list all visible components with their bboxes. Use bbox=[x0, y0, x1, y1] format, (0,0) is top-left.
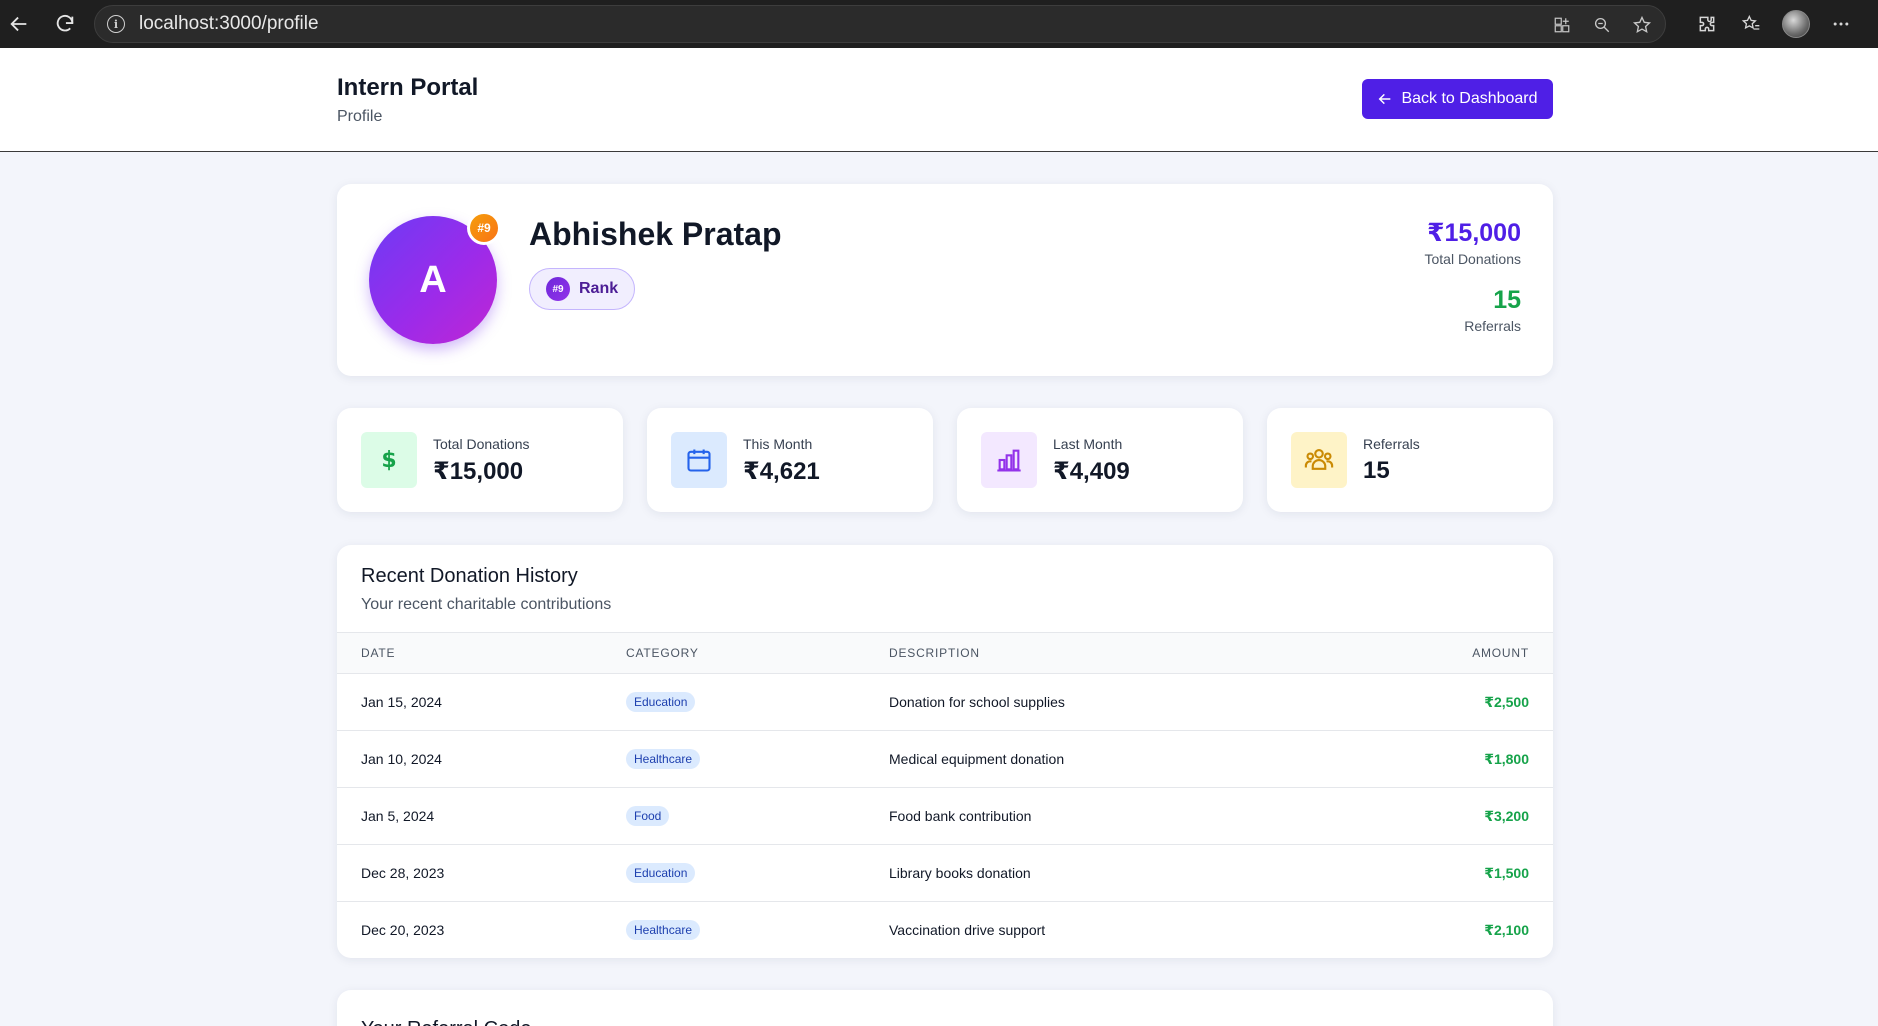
zoom-icon[interactable] bbox=[1589, 12, 1615, 38]
bar-chart-icon bbox=[981, 432, 1037, 488]
stat-label: Referrals bbox=[1363, 436, 1420, 452]
profile-total-donations-value: ₹15,000 bbox=[1427, 219, 1521, 247]
column-header-amount: AMOUNT bbox=[1285, 632, 1553, 674]
browser-profile-avatar[interactable] bbox=[1782, 10, 1810, 38]
browser-reload-button[interactable] bbox=[48, 7, 82, 41]
users-icon bbox=[1291, 432, 1347, 488]
cell-amount: ₹1,500 bbox=[1285, 844, 1553, 902]
avatar-initial: A bbox=[419, 258, 447, 301]
cell-description: Donation for school supplies bbox=[865, 673, 1285, 731]
referral-code-card: Your Referral Code bbox=[337, 990, 1553, 1026]
cell-description: Medical equipment donation bbox=[865, 730, 1285, 788]
address-bar-url[interactable]: localhost:3000/profile bbox=[139, 13, 319, 35]
stat-label: This Month bbox=[743, 436, 813, 452]
app-header: Intern Portal Profile Back to Dashboard bbox=[0, 48, 1878, 152]
site-info-icon[interactable]: i bbox=[107, 15, 125, 33]
favorite-star-icon[interactable] bbox=[1629, 12, 1655, 38]
profile-total-donations-label: Total Donations bbox=[1424, 251, 1521, 267]
stat-value: ₹15,000 bbox=[433, 458, 524, 485]
category-badge: Healthcare bbox=[626, 749, 701, 769]
page-subtitle: Profile bbox=[337, 108, 383, 125]
cell-amount: ₹3,200 bbox=[1285, 787, 1553, 845]
cell-amount: ₹2,100 bbox=[1484, 921, 1529, 938]
donation-history-card: Recent Donation History Your recent char… bbox=[337, 545, 1553, 958]
table-row: Jan 15, 2024 Education Donation for scho… bbox=[337, 673, 1553, 731]
calendar-icon bbox=[671, 432, 727, 488]
app-title: Intern Portal bbox=[337, 74, 479, 101]
stat-label: Total Donations bbox=[433, 436, 530, 452]
stat-card-last-month: Last Month ₹4,409 bbox=[957, 408, 1243, 512]
column-header-date: DATE bbox=[337, 632, 602, 674]
cell-date: Jan 10, 2024 bbox=[337, 730, 602, 788]
app-available-icon[interactable] bbox=[1549, 12, 1575, 38]
cell-description: Food bank contribution bbox=[865, 787, 1285, 845]
stat-card-this-month: This Month ₹4,621 bbox=[647, 408, 933, 512]
column-header-description: DESCRIPTION bbox=[865, 632, 1285, 674]
extensions-icon[interactable] bbox=[1694, 11, 1720, 37]
section-subtitle: Your recent charitable contributions bbox=[361, 596, 612, 613]
profile-referrals-label: Referrals bbox=[1464, 318, 1521, 334]
profile-referrals-value: 15 bbox=[1493, 286, 1521, 314]
column-header-category: CATEGORY bbox=[602, 632, 865, 674]
section-title: Recent Donation History bbox=[361, 565, 578, 587]
stat-card-referrals: Referrals 15 bbox=[1267, 408, 1553, 512]
back-to-dashboard-button[interactable]: Back to Dashboard bbox=[1362, 79, 1553, 119]
category-badge: Healthcare bbox=[626, 920, 701, 941]
browser-toolbar: i localhost:3000/profile bbox=[0, 0, 1878, 48]
cell-date: Dec 28, 2023 bbox=[337, 844, 602, 902]
rank-badge: #9 bbox=[467, 211, 501, 245]
stat-value: ₹4,409 bbox=[1053, 458, 1130, 485]
arrow-left-icon bbox=[10, 16, 27, 32]
rank-pill-number: #9 bbox=[546, 277, 570, 301]
back-button-label: Back to Dashboard bbox=[1401, 90, 1538, 107]
cell-date: Dec 20, 2023 bbox=[361, 922, 445, 939]
profile-card: A #9 Abhishek Pratap #9 Rank ₹15,000 Tot… bbox=[337, 184, 1553, 376]
cell-amount: ₹2,500 bbox=[1285, 673, 1553, 731]
profile-total-donations: ₹15,000 Total Donations bbox=[1424, 218, 1521, 267]
stat-label: Last Month bbox=[1053, 436, 1123, 452]
cell-date: Jan 15, 2024 bbox=[337, 673, 602, 731]
brand: Intern Portal Profile bbox=[337, 74, 478, 126]
category-badge: Food bbox=[626, 806, 670, 826]
reload-icon bbox=[56, 14, 74, 32]
cell-amount: ₹1,800 bbox=[1285, 730, 1553, 788]
table-row: Dec 20, 2023 Healthcare Vaccination driv… bbox=[337, 902, 1553, 959]
rank-pill-label: Rank bbox=[579, 280, 619, 297]
browser-back-button[interactable] bbox=[2, 7, 36, 41]
category-badge: Education bbox=[626, 863, 696, 883]
table-header-row: DATE CATEGORY DESCRIPTION AMOUNT bbox=[337, 632, 1553, 674]
profile-name: Abhishek Pratap bbox=[529, 216, 782, 252]
table-row: Jan 10, 2024 Healthcare Medical equipmen… bbox=[337, 730, 1553, 788]
address-bar[interactable]: i localhost:3000/profile bbox=[94, 5, 1666, 43]
more-options-icon[interactable] bbox=[1828, 11, 1854, 37]
stat-value: 15 bbox=[1363, 457, 1390, 484]
cell-date: Jan 5, 2024 bbox=[337, 787, 602, 845]
donation-table: DATE CATEGORY DESCRIPTION AMOUNT Jan 15,… bbox=[337, 632, 1553, 958]
profile-referrals: 15 Referrals bbox=[1464, 286, 1521, 334]
favorites-icon[interactable] bbox=[1738, 11, 1764, 37]
cell-description: Library books donation bbox=[865, 844, 1285, 902]
referral-section-title: Your Referral Code bbox=[361, 1018, 531, 1026]
stat-card-total-donations: $ Total Donations ₹15,000 bbox=[337, 408, 623, 512]
rank-pill: #9 Rank bbox=[529, 268, 636, 310]
stat-value: ₹4,621 bbox=[743, 458, 820, 485]
category-badge: Education bbox=[626, 692, 696, 712]
arrow-left-icon bbox=[1379, 93, 1391, 105]
dollar-icon: $ bbox=[361, 432, 417, 488]
cell-description: Vaccination drive support bbox=[889, 922, 1046, 939]
table-row: Jan 5, 2024 Food Food bank contribution … bbox=[337, 787, 1553, 845]
table-row: Dec 28, 2023 Education Library books don… bbox=[337, 844, 1553, 902]
